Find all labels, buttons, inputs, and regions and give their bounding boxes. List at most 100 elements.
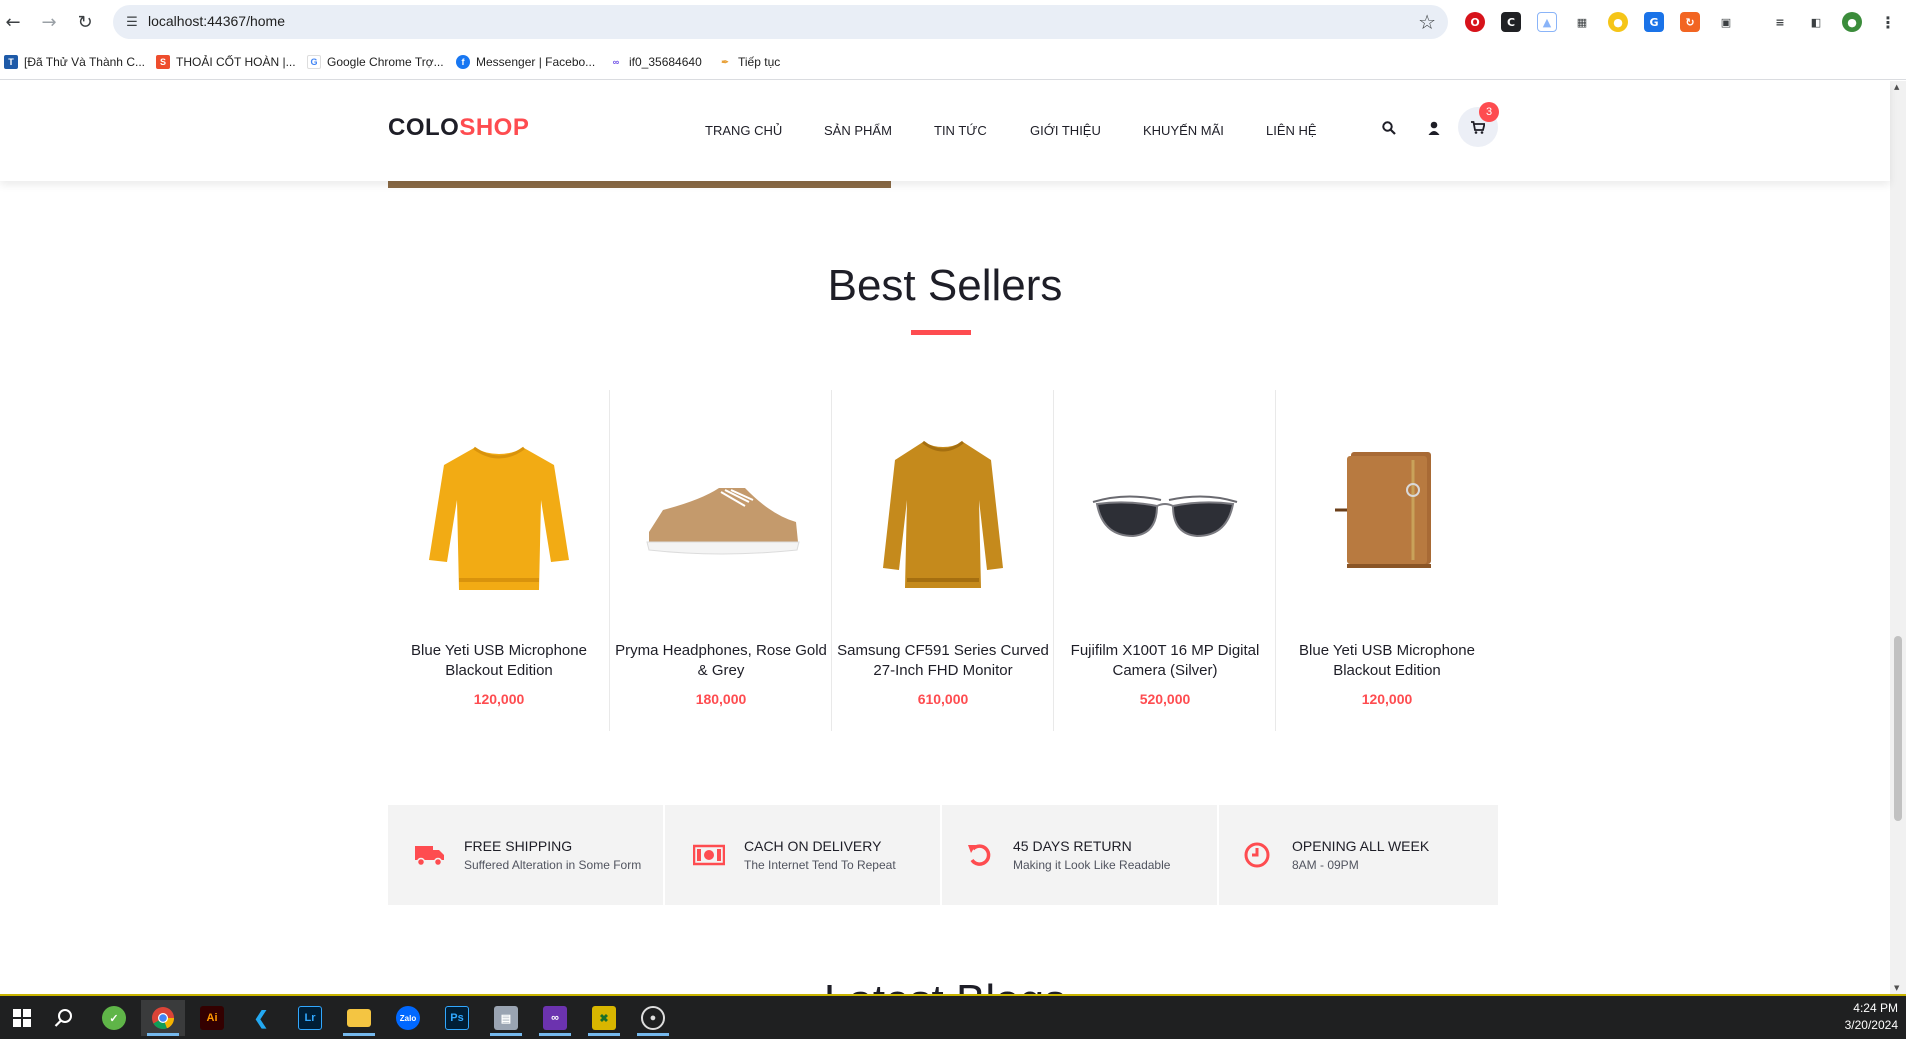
aviator-sunglasses-image bbox=[1092, 495, 1238, 538]
profile-avatar[interactable]: ● bbox=[1842, 12, 1862, 32]
shield-extension-icon[interactable]: ▲ bbox=[1537, 12, 1557, 32]
illustrator-icon[interactable]: Ai bbox=[190, 1000, 234, 1036]
benefit-subtitle: Suffered Alteration in Some Form bbox=[464, 858, 642, 872]
translate-extension-icon[interactable]: G bbox=[1644, 12, 1664, 32]
nav-products[interactable]: SẢN PHẨM bbox=[824, 123, 892, 138]
benefit-title: 45 DAYS RETURN bbox=[1013, 838, 1132, 854]
scroll-down-arrow-icon[interactable]: ▼ bbox=[1894, 984, 1899, 992]
undo-icon bbox=[960, 835, 1000, 875]
benefit-item: CACH ON DELIVERY The Internet Tend To Re… bbox=[665, 805, 942, 905]
product-card[interactable]: Samsung CF591 Series Curved 27-Inch FHD … bbox=[832, 390, 1054, 731]
opera-extension-icon[interactable]: O bbox=[1465, 12, 1485, 32]
extensions-puzzle-icon[interactable]: ▣ bbox=[1716, 12, 1736, 32]
bookmark-label: Tiếp tục bbox=[738, 55, 781, 69]
qr-extension-icon[interactable]: ▦ bbox=[1572, 12, 1592, 32]
menu-kebab-icon[interactable]: ⋮ bbox=[1878, 12, 1898, 32]
brush-icon: ✒ bbox=[718, 55, 732, 69]
visual-studio-icon[interactable]: ∞ bbox=[533, 1000, 577, 1036]
nav-contact[interactable]: LIÊN HỆ bbox=[1266, 123, 1317, 138]
nav-about[interactable]: GIỚI THIỆU bbox=[1030, 123, 1101, 138]
benefit-subtitle: Making it Look Like Readable bbox=[1013, 858, 1171, 872]
reading-list-icon[interactable]: ≡ bbox=[1770, 12, 1790, 32]
clock-icon bbox=[1237, 835, 1277, 875]
bookmark-label: if0_35684640 bbox=[629, 55, 702, 69]
brown-wallet-image bbox=[1335, 452, 1431, 568]
sync-extension-icon[interactable]: ↻ bbox=[1680, 12, 1700, 32]
app-green-icon[interactable]: ✓ bbox=[92, 1000, 136, 1036]
photoshop-icon[interactable]: Ps bbox=[435, 1000, 479, 1036]
address-bar[interactable]: ☰ localhost:44367/home ☆ bbox=[113, 5, 1448, 39]
nav-news[interactable]: TIN TỨC bbox=[934, 123, 987, 138]
truck-icon bbox=[410, 835, 450, 875]
product-card[interactable]: Blue Yeti USB Microphone Blackout Editio… bbox=[388, 390, 610, 731]
reload-icon[interactable]: ↻ bbox=[72, 9, 98, 35]
cart-count-badge: 3 bbox=[1479, 102, 1499, 122]
bookmark-item[interactable]: S THOẢI CỐT HOÀN |... bbox=[156, 53, 296, 71]
benefit-title: CACH ON DELIVERY bbox=[744, 838, 882, 854]
chrome-icon[interactable] bbox=[141, 1000, 185, 1036]
section-title: Best Sellers bbox=[827, 261, 1063, 310]
back-arrow-icon[interactable]: ← bbox=[0, 9, 26, 35]
obs-icon[interactable]: ● bbox=[631, 1000, 675, 1036]
bookmark-label: Google Chrome Trợ... bbox=[327, 55, 444, 69]
product-price: 610,000 bbox=[917, 691, 969, 707]
site-logo[interactable]: COLOSHOP bbox=[388, 114, 529, 142]
product-card[interactable]: Blue Yeti USB Microphone Blackout Editio… bbox=[1276, 390, 1498, 731]
benefit-item: FREE SHIPPING Suffered Alteration in Som… bbox=[388, 805, 665, 905]
side-panel-icon[interactable]: ◧ bbox=[1806, 12, 1826, 32]
nav-home[interactable]: TRANG CHỦ bbox=[705, 123, 782, 138]
page-viewport: COLOSHOP TRANG CHỦ SẢN PHẨM TIN TỨC GIỚI… bbox=[0, 81, 1906, 994]
dictionary-extension-icon[interactable]: ● bbox=[1608, 12, 1628, 32]
product-card[interactable]: Fujifilm X100T 16 MP Digital Camera (Sil… bbox=[1054, 390, 1276, 731]
app-yellow-icon[interactable]: ✖ bbox=[582, 1000, 626, 1036]
shopee-icon: S bbox=[156, 55, 170, 69]
product-card[interactable]: Pryma Headphones, Rose Gold & Grey 180,0… bbox=[610, 390, 832, 731]
bookmark-item[interactable]: T [Đã Thử Và Thành C... bbox=[4, 53, 145, 71]
product-price: 120,000 bbox=[473, 691, 525, 707]
site-header: COLOSHOP TRANG CHỦ SẢN PHẨM TIN TỨC GIỚI… bbox=[0, 81, 1890, 181]
product-name[interactable]: Pryma Headphones, Rose Gold & Grey bbox=[610, 641, 832, 681]
site-info-icon[interactable]: ☰ bbox=[123, 13, 141, 31]
vscode-icon[interactable]: ❮ bbox=[239, 1000, 283, 1036]
product-name[interactable]: Samsung CF591 Series Curved 27-Inch FHD … bbox=[832, 641, 1054, 681]
color-extension-icon[interactable]: C bbox=[1501, 12, 1521, 32]
tan-sneaker-image bbox=[646, 488, 800, 555]
page-scrollbar[interactable]: ▲ ▼ bbox=[1890, 81, 1906, 994]
bookmark-item[interactable]: G Google Chrome Trợ... bbox=[307, 53, 444, 71]
bookmark-item[interactable]: ∞ if0_35684640 bbox=[609, 53, 702, 71]
product-name[interactable]: Blue Yeti USB Microphone Blackout Editio… bbox=[388, 641, 610, 681]
scrollbar-thumb[interactable] bbox=[1894, 636, 1902, 821]
url-text[interactable]: localhost:44367/home bbox=[148, 13, 285, 29]
benefit-subtitle: 8AM - 09PM bbox=[1292, 858, 1359, 872]
file-explorer-icon[interactable] bbox=[337, 1000, 381, 1036]
search-icon[interactable] bbox=[1382, 121, 1396, 139]
browser-toolbar: ← → ↻ ☰ localhost:44367/home ☆ O C ▲ ▦ ●… bbox=[0, 0, 1906, 44]
benefit-item: OPENING ALL WEEK 8AM - 09PM bbox=[1219, 805, 1496, 905]
blue-square-icon: T bbox=[4, 55, 18, 69]
product-name[interactable]: Fujifilm X100T 16 MP Digital Camera (Sil… bbox=[1054, 641, 1276, 681]
zalo-icon[interactable]: Zalo bbox=[386, 1000, 430, 1036]
bookmark-item[interactable]: ✒ Tiếp tục bbox=[718, 53, 780, 71]
windows-taskbar: ✓ Ai ❮ Lr Zalo Ps ▤ ∞ ✖ ● 4:24 PM 3/20/2… bbox=[0, 994, 1906, 1039]
product-name[interactable]: Blue Yeti USB Microphone Blackout Editio… bbox=[1276, 641, 1498, 681]
user-icon[interactable] bbox=[1428, 121, 1440, 139]
bookmark-star-icon[interactable]: ☆ bbox=[1418, 10, 1436, 34]
bookmark-item[interactable]: f Messenger | Facebo... bbox=[456, 53, 595, 71]
facebook-icon: f bbox=[456, 55, 470, 69]
clock-date: 3/20/2024 bbox=[1844, 1018, 1898, 1032]
system-clock[interactable]: 4:24 PM 3/20/2024 bbox=[1845, 1000, 1898, 1034]
logo-part-accent: SHOP bbox=[459, 114, 530, 141]
benefits-bar: FREE SHIPPING Suffered Alteration in Som… bbox=[388, 805, 1498, 905]
scroll-up-arrow-icon[interactable]: ▲ bbox=[1894, 83, 1899, 91]
forward-arrow-icon[interactable]: → bbox=[36, 9, 62, 35]
benefit-title: FREE SHIPPING bbox=[464, 838, 573, 854]
remote-desktop-icon[interactable]: ▤ bbox=[484, 1000, 528, 1036]
windows-start-icon[interactable] bbox=[0, 1000, 44, 1036]
next-section-title: Latest Blogs bbox=[0, 976, 1890, 994]
product-price: 520,000 bbox=[1139, 691, 1191, 707]
lightroom-icon[interactable]: Lr bbox=[288, 1000, 332, 1036]
benefit-item: 45 DAYS RETURN Making it Look Like Reada… bbox=[942, 805, 1219, 905]
nav-promotions[interactable]: KHUYẾN MÃI bbox=[1143, 123, 1224, 138]
bookmarks-bar: T [Đã Thử Và Thành C... S THOẢI CỐT HOÀN… bbox=[0, 44, 1906, 80]
search-icon[interactable] bbox=[42, 1000, 86, 1036]
